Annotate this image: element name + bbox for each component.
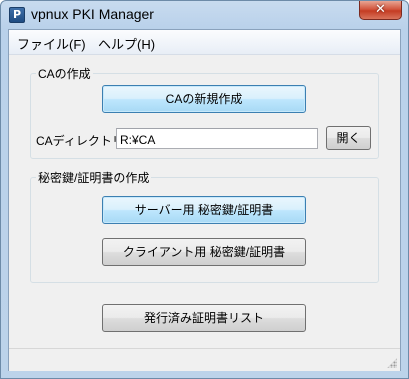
menu-bar: ファイル(F) ヘルプ(H) [9,30,400,55]
window-title: vpnux PKI Manager [31,6,154,22]
key-cert-group [30,177,379,283]
status-bar [9,348,400,371]
client-key-cert-button[interactable]: クライアント用 秘密鍵/証明書 [102,238,306,266]
open-directory-button[interactable]: 開く [326,126,371,150]
app-icon: P [9,7,25,23]
menu-help[interactable]: ヘルプ(H) [98,34,155,53]
client-area: ファイル(F) ヘルプ(H) CAの作成 CAの新規作成 CAディレクトリ： R… [8,29,401,371]
new-ca-button[interactable]: CAの新規作成 [102,85,306,113]
menu-file[interactable]: ファイル(F) [17,34,86,53]
key-group-title: 秘密鍵/証明書の作成 [36,169,152,186]
close-icon: ✕ [375,2,386,17]
resize-grip-icon[interactable] [387,358,397,368]
ca-directory-field[interactable]: R:¥CA [116,128,318,149]
title-bar[interactable]: P vpnux PKI Manager ✕ [1,1,408,29]
close-button[interactable]: ✕ [359,1,402,20]
ca-group-title: CAの作成 [36,65,93,82]
app-window: P vpnux PKI Manager ✕ ファイル(F) ヘルプ(H) CAの… [0,0,409,379]
server-key-cert-button[interactable]: サーバー用 秘密鍵/証明書 [102,196,306,224]
issued-cert-list-button[interactable]: 発行済み証明書リスト [102,304,306,332]
